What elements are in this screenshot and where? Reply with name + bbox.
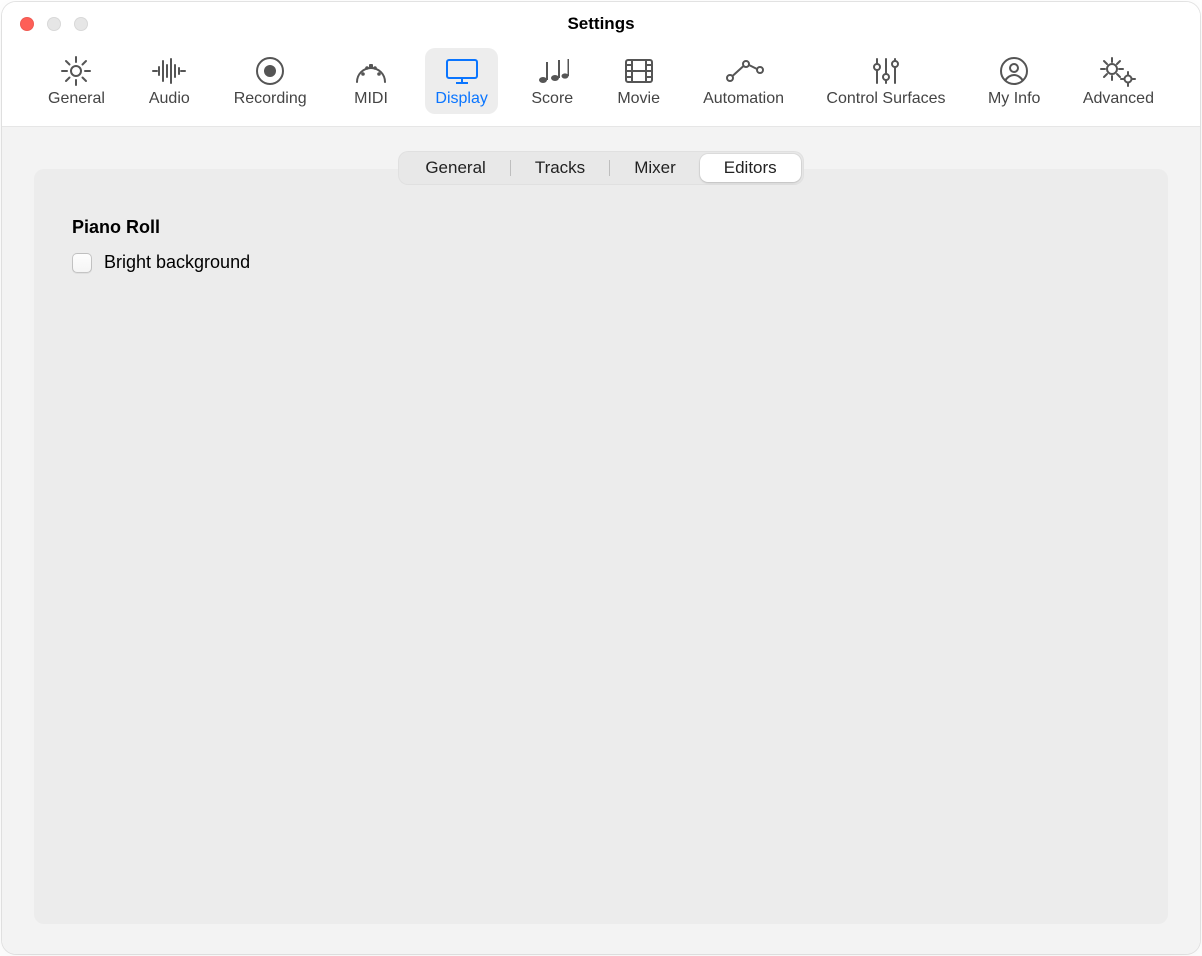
toolbar-tab-advanced[interactable]: Advanced (1073, 48, 1164, 114)
midi-port-icon (354, 54, 388, 88)
preferences-toolbar: General Audio (2, 46, 1200, 127)
display-subtabs: General Tracks Mixer Editors (398, 151, 803, 185)
toolbar-tab-score[interactable]: Score (520, 48, 584, 114)
waveform-icon (151, 54, 187, 88)
toolbar-tab-label: My Info (988, 90, 1040, 108)
toolbar-tab-my-info[interactable]: My Info (978, 48, 1050, 114)
window-title: Settings (2, 14, 1200, 34)
toolbar-tab-automation[interactable]: Automation (693, 48, 794, 114)
toolbar-tab-midi[interactable]: MIDI (339, 48, 403, 114)
toolbar-tab-label: Score (531, 90, 573, 108)
toolbar-tab-label: Recording (234, 90, 307, 108)
toolbar-tab-audio[interactable]: Audio (137, 48, 201, 114)
window-controls (2, 17, 88, 31)
music-notes-icon (535, 54, 569, 88)
minimize-window-button[interactable] (47, 17, 61, 31)
toolbar-tab-recording[interactable]: Recording (224, 48, 317, 114)
toolbar-tab-display[interactable]: Display (425, 48, 497, 114)
subtab-general[interactable]: General (401, 154, 509, 182)
option-bright-background-row: Bright background (72, 252, 1130, 273)
titlebar: Settings (2, 2, 1200, 46)
toolbar-tab-label: Control Surfaces (826, 90, 945, 108)
film-icon (623, 54, 655, 88)
subtab-tracks[interactable]: Tracks (511, 154, 609, 182)
toolbar-tab-label: Audio (149, 90, 190, 108)
gear-icon (60, 54, 92, 88)
record-icon (254, 54, 286, 88)
subtab-editors[interactable]: Editors (700, 154, 801, 182)
editors-panel: Piano Roll Bright background (34, 169, 1168, 924)
user-circle-icon (998, 54, 1030, 88)
toolbar-tab-label: Automation (703, 90, 784, 108)
sliders-icon (869, 54, 903, 88)
bright-background-checkbox[interactable] (72, 253, 92, 273)
toolbar-tab-label: Movie (617, 90, 660, 108)
automation-curve-icon (724, 54, 764, 88)
display-icon (444, 54, 480, 88)
toolbar-tab-general[interactable]: General (38, 48, 115, 114)
zoom-window-button[interactable] (74, 17, 88, 31)
toolbar-tab-movie[interactable]: Movie (607, 48, 671, 114)
section-title-piano-roll: Piano Roll (72, 217, 1130, 238)
toolbar-tab-label: General (48, 90, 105, 108)
toolbar-tab-label: Advanced (1083, 90, 1154, 108)
toolbar-tab-label: Display (435, 90, 487, 108)
bright-background-label: Bright background (104, 252, 250, 273)
double-gear-icon (1099, 54, 1137, 88)
content-area: General Tracks Mixer Editors Piano Roll … (2, 127, 1200, 954)
settings-window: Settings Gen (2, 2, 1200, 954)
subtab-mixer[interactable]: Mixer (610, 154, 700, 182)
toolbar-tab-label: MIDI (354, 90, 388, 108)
close-window-button[interactable] (20, 17, 34, 31)
toolbar-tab-control-surfaces[interactable]: Control Surfaces (816, 48, 955, 114)
